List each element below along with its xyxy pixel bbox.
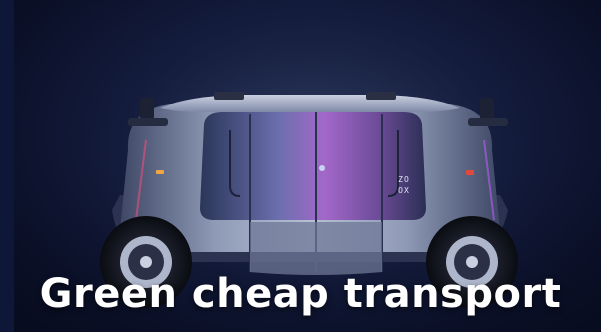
- indicator-light-left: [156, 170, 164, 174]
- vehicle-roof: [160, 95, 460, 112]
- corner-sensor-right-arm: [468, 118, 508, 126]
- door-camera: [319, 165, 325, 171]
- hero-banner: ZO OX Green cheap transport: [0, 0, 601, 332]
- banner-caption: Green cheap transport: [39, 271, 562, 317]
- indicator-light-right: [466, 170, 474, 175]
- corner-sensor-left-arm: [128, 118, 168, 126]
- corner-sensor-left: [140, 98, 154, 120]
- vehicle-badge-line2: OX: [398, 186, 410, 195]
- corner-sensor-right: [480, 98, 494, 120]
- cabin-glass: [200, 112, 426, 220]
- roof-sensor-right: [366, 92, 396, 100]
- roof-sensor-left: [214, 92, 244, 100]
- vehicle-badge-line1: ZO: [398, 175, 410, 184]
